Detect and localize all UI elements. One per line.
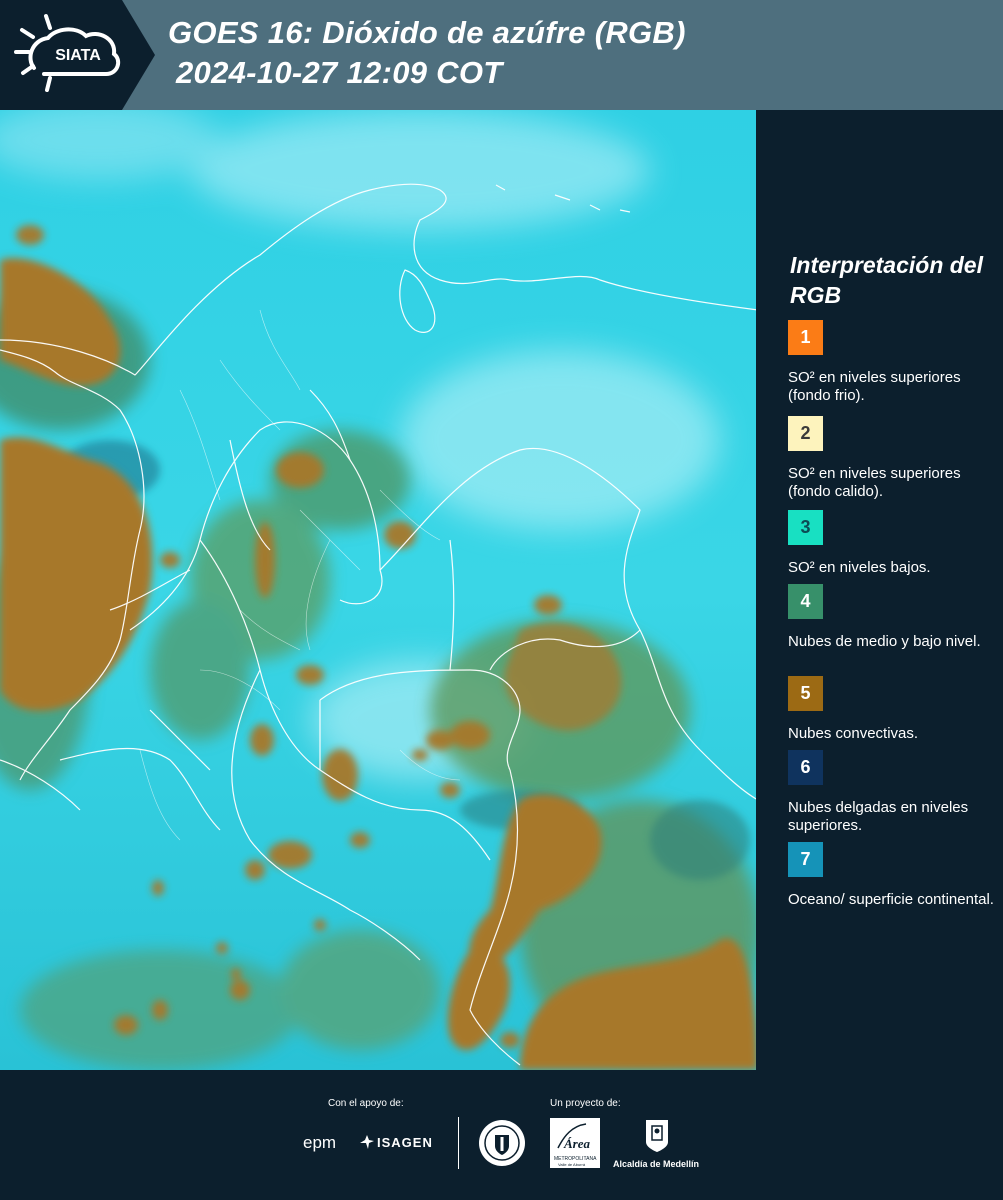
legend-title: Interpretación del RGB — [790, 252, 983, 308]
legend-item-7: 7 Oceano/ superficie continental. — [788, 842, 998, 909]
satellite-map — [0, 110, 758, 1070]
project-caption: Un proyecto de: — [550, 1098, 621, 1109]
siata-logo: SIATA — [0, 0, 155, 110]
legend-item-1: 1 SO² en niveles superiores (fondo frio)… — [788, 320, 998, 405]
legend-item-5: 5 Nubes convectivas. — [788, 676, 998, 743]
isagen-logo: ISAGEN — [377, 1135, 433, 1150]
legend-item-2: 2 SO² en niveles superiores (fondo calid… — [788, 416, 998, 501]
legend-swatch-5: 5 — [788, 676, 823, 711]
legend-label-3: SO² en niveles bajos. — [788, 559, 931, 576]
legend-label-1: SO² en niveles superiores (fondo frio). — [788, 369, 961, 404]
legend-swatch-1: 1 — [788, 320, 823, 355]
legend-swatch-4: 4 — [788, 584, 823, 619]
legend-panel: Interpretación del RGB 1 SO² en niveles … — [758, 110, 1003, 1070]
legend-label-2: SO² en niveles superiores (fondo calido)… — [788, 465, 961, 500]
legend-label-5: Nubes convectivas. — [788, 725, 919, 742]
medellin-seal-icon — [479, 1120, 525, 1166]
logo-text: SIATA — [55, 47, 101, 64]
page-subtitle-timestamp: 2024-10-27 12:09 COT — [176, 55, 503, 90]
footer-divider — [458, 1117, 459, 1169]
alcaldia-shield-icon — [646, 1120, 668, 1152]
alcaldia-text: Alcaldía de Medellín — [613, 1159, 700, 1169]
legend-swatch-7: 7 — [788, 842, 823, 877]
header-bar: SIATA GOES 16: Dióxido de azúfre (RGB) 2… — [0, 0, 1003, 110]
legend-label-7: Oceano/ superficie continental. — [788, 891, 994, 908]
legend-swatch-3: 3 — [788, 510, 823, 545]
footer-bar: Con el apoyo de: Un proyecto de: epm ISA… — [0, 1070, 1003, 1200]
legend-item-4: 4 Nubes de medio y bajo nivel. — [788, 584, 998, 651]
legend-label-4: Nubes de medio y bajo nivel. — [788, 633, 981, 650]
legend-label-6: Nubes delgadas en niveles superiores. — [788, 799, 969, 834]
legend-item-3: 3 SO² en niveles bajos. — [788, 510, 998, 577]
legend-swatch-6: 6 — [788, 750, 823, 785]
isagen-icon — [360, 1135, 374, 1149]
area-logo-word: Área — [564, 1136, 590, 1151]
epm-logo: epm — [303, 1133, 337, 1152]
area-logo-valle: Valle de Aburrá — [558, 1162, 586, 1167]
legend-swatch-2: 2 — [788, 416, 823, 451]
legend-item-6: 6 Nubes delgadas en niveles superiores. — [788, 750, 998, 835]
support-caption: Con el apoyo de: — [328, 1098, 404, 1109]
page-title: GOES 16: Dióxido de azúfre (RGB) — [168, 15, 686, 50]
